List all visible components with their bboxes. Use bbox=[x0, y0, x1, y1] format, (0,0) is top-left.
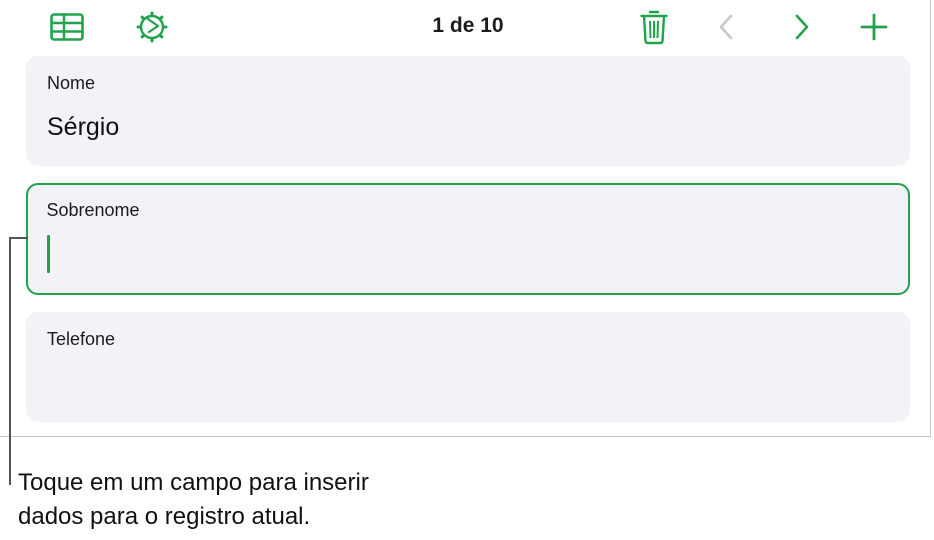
previous-record-button[interactable] bbox=[712, 10, 740, 44]
settings-icon bbox=[136, 11, 168, 43]
field-label: Sobrenome bbox=[46, 199, 140, 220]
field-label: Nome bbox=[47, 73, 96, 93]
trash-icon bbox=[640, 10, 668, 45]
field-nome[interactable]: Nome Sérgio bbox=[26, 56, 910, 166]
text-cursor bbox=[47, 235, 50, 273]
add-record-button[interactable] bbox=[856, 10, 892, 44]
chevron-left-icon bbox=[719, 14, 733, 40]
field-sobrenome[interactable]: Sobrenome bbox=[26, 183, 910, 295]
callout-line-vertical bbox=[9, 237, 11, 485]
chevron-right-icon bbox=[795, 14, 809, 40]
table-view-button[interactable] bbox=[46, 10, 88, 44]
table-view-icon bbox=[50, 13, 84, 41]
callout-line-2: dados para o registro atual. bbox=[18, 503, 311, 530]
record-form-panel: 1 de 10 Nome Sérgio Sobrenome Telefone bbox=[0, 0, 931, 437]
plus-icon bbox=[860, 13, 888, 41]
settings-button[interactable] bbox=[133, 9, 171, 45]
callout-text: Toque em um campo para inserir dados par… bbox=[18, 466, 369, 534]
callout-line-1: Toque em um campo para inserir bbox=[18, 469, 369, 496]
next-record-button[interactable] bbox=[788, 10, 816, 44]
field-label: Telefone bbox=[47, 329, 116, 349]
field-telefone[interactable]: Telefone bbox=[26, 312, 910, 422]
field-value: Sérgio bbox=[47, 113, 120, 141]
record-counter: 1 de 10 bbox=[432, 14, 504, 37]
delete-record-button[interactable] bbox=[638, 7, 670, 47]
callout-line-horizontal bbox=[9, 237, 28, 239]
